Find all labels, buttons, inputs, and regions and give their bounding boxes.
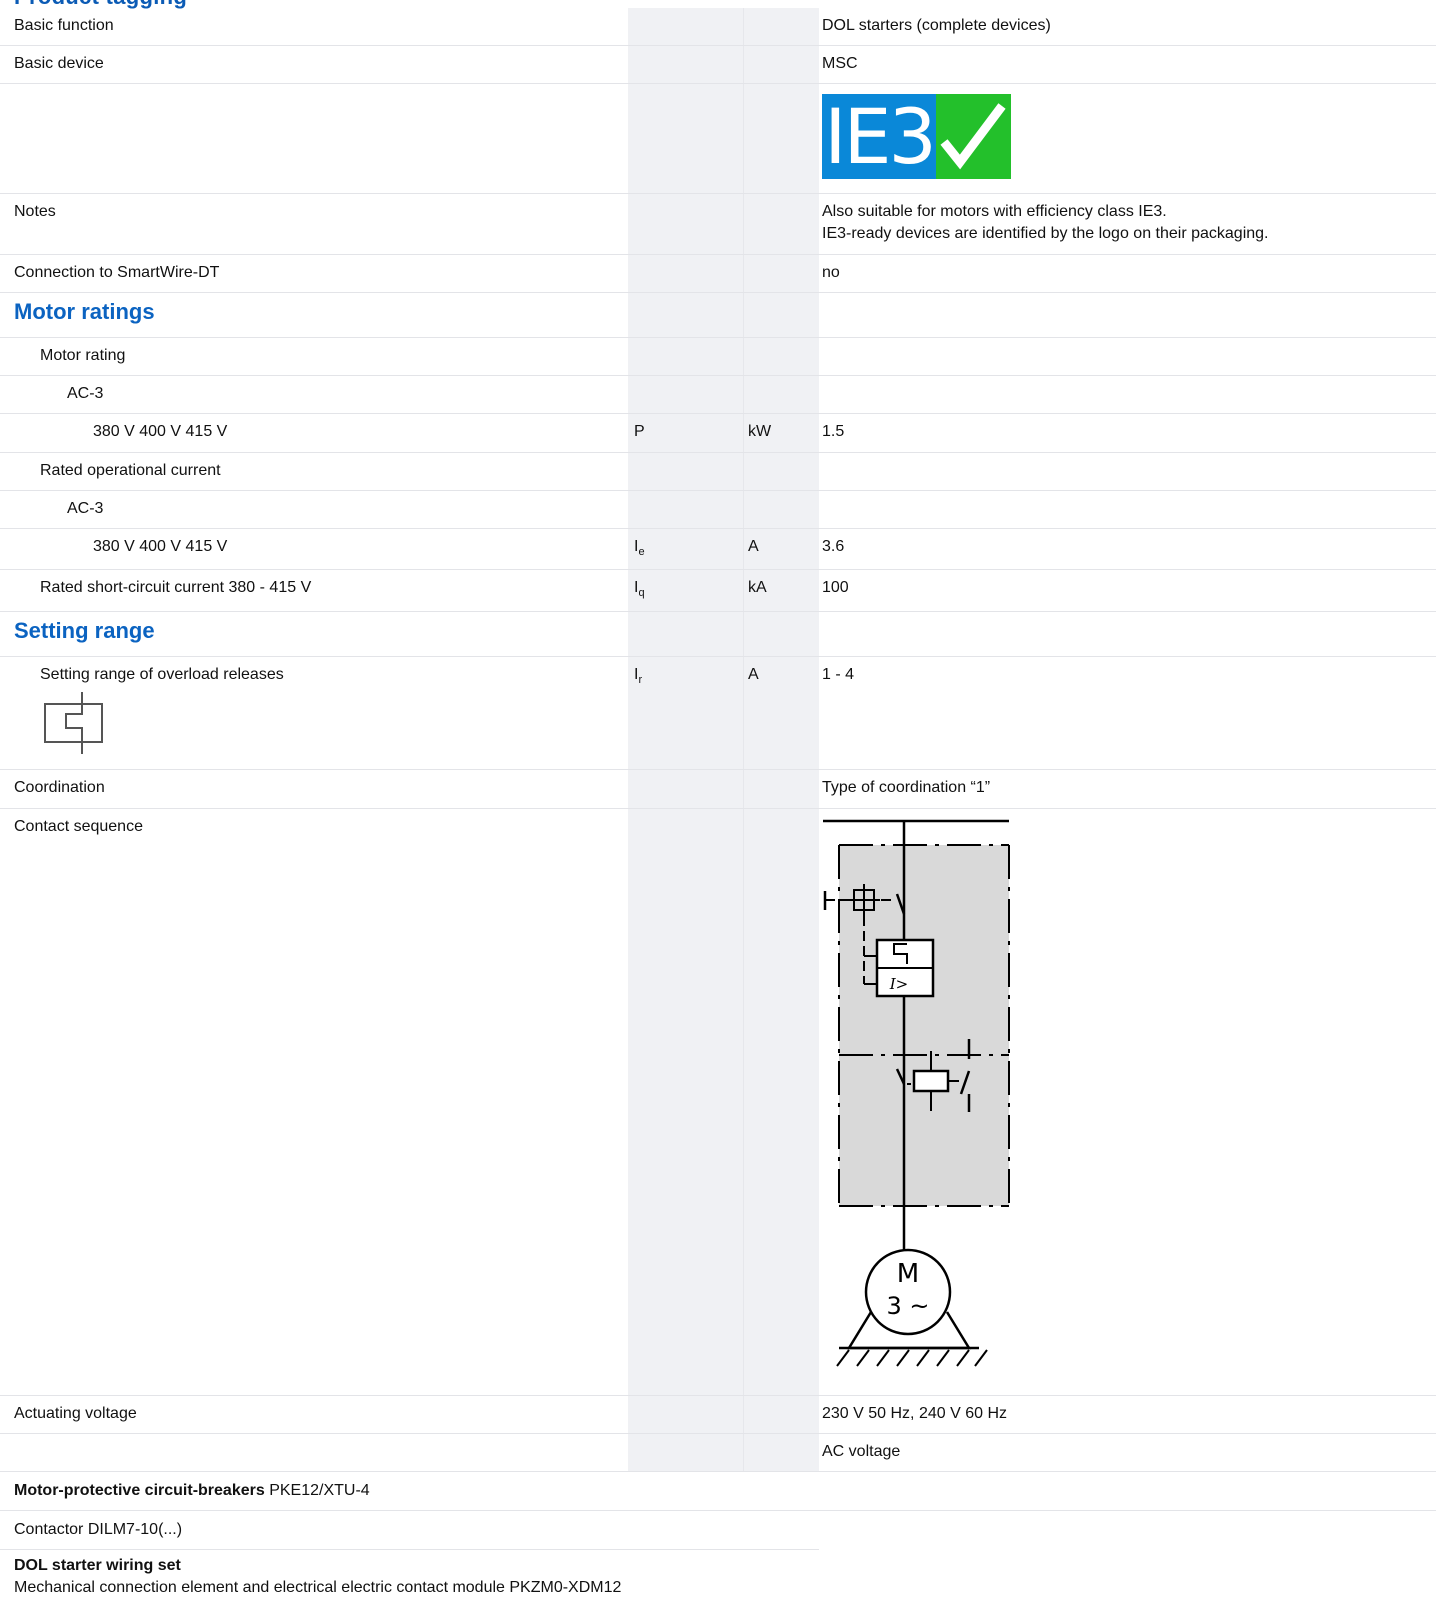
motor-phase-label: 3 ~ <box>886 1292 929 1320</box>
notes-line-2: IE3-ready devices are identified by the … <box>822 225 1269 242</box>
table-row <box>0 84 1436 194</box>
actuating-voltage-value: 230 V 50 Hz, 240 V 60 Hz <box>822 1405 1007 1422</box>
ie3-logo: IE3 <box>822 94 1011 179</box>
wiring-set-heading: DOL starter wiring set <box>14 1557 181 1574</box>
short-circuit-unit: kA <box>748 579 767 596</box>
mpcb-value: PKE12/XTU-4 <box>269 1482 370 1499</box>
voltage-label: 380 V 400 V 415 V <box>93 538 228 555</box>
short-circuit-value: 100 <box>822 579 849 596</box>
table-row: DOL starter wiring set Mechanical connec… <box>0 1550 1436 1600</box>
table-row: AC-3 <box>0 491 1436 529</box>
table-row: Rated short-circuit current 380 - 415 V … <box>0 570 1436 612</box>
current-unit: A <box>748 538 759 555</box>
smartwire-value: no <box>822 264 840 281</box>
smartwire-label: Connection to SmartWire-DT <box>14 264 220 281</box>
overload-symbol: Ir <box>634 666 643 686</box>
ac3-label: AC-3 <box>67 500 104 517</box>
table-row: Coordination Type of coordination “1” <box>0 770 1436 809</box>
table-row: AC-3 <box>0 376 1436 414</box>
table-row: Motor-protective circuit-breakers PKE12/… <box>0 1472 1436 1511</box>
notes-label: Notes <box>14 203 56 220</box>
overload-unit: A <box>748 666 759 683</box>
power-value: 1.5 <box>822 423 845 440</box>
voltage-type-value: AC voltage <box>822 1443 901 1460</box>
table-row: Rated operational current <box>0 453 1436 491</box>
current-label: I> <box>889 975 909 993</box>
short-circuit-label: Rated short-circuit current 380 - 415 V <box>40 579 312 596</box>
contact-sequence-label: Contact sequence <box>14 818 143 835</box>
table-row: Setting range <box>0 612 1436 657</box>
product-datasheet: Product tagging Basic function DOL start… <box>0 0 1436 1600</box>
overload-label: Setting range of overload releases <box>40 666 284 683</box>
rated-current-label: Rated operational current <box>40 462 221 479</box>
basic-function-label: Basic function <box>14 17 114 34</box>
motor-ratings-heading: Motor ratings <box>14 299 155 324</box>
basic-device-label: Basic device <box>14 55 104 72</box>
table-row: 380 V 400 V 415 V P kW 1.5 <box>0 414 1436 453</box>
table-row: Setting range of overload releases Ir A … <box>0 657 1436 770</box>
power-unit: kW <box>748 423 772 440</box>
short-circuit-symbol: Iq <box>634 579 645 599</box>
setting-range-heading: Setting range <box>14 618 155 643</box>
overload-value: 1 - 4 <box>822 666 855 683</box>
motor-m-label: M <box>897 1259 919 1289</box>
actuating-voltage-label: Actuating voltage <box>14 1405 137 1422</box>
table-row: Actuating voltage 230 V 50 Hz, 240 V 60 … <box>0 1396 1436 1434</box>
contactor-line: Contactor DILM7-10(...) <box>14 1521 183 1538</box>
ac3-label: AC-3 <box>67 385 104 402</box>
basic-function-value: DOL starters (complete devices) <box>822 17 1051 34</box>
coordination-label: Coordination <box>14 779 105 796</box>
contact-sequence-diagram: I> M 3 ~ <box>819 814 1029 1384</box>
table-row: 380 V 400 V 415 V Ie A 3.6 <box>0 529 1436 570</box>
wiring-set-value: Mechanical connection element and electr… <box>14 1579 622 1596</box>
voltage-label: 380 V 400 V 415 V <box>93 423 228 440</box>
notes-line-1: Also suitable for motors with efficiency… <box>822 203 1167 220</box>
mpcb-line: Motor-protective circuit-breakers PKE12/… <box>14 1480 370 1502</box>
table-row: Connection to SmartWire-DT no <box>0 255 1436 293</box>
basic-device-value: MSC <box>822 55 858 72</box>
thermal-overload-icon <box>40 690 106 761</box>
table-row: Basic function DOL starters (complete de… <box>0 8 1436 46</box>
table-row: Motor ratings <box>0 293 1436 338</box>
current-symbol: Ie <box>634 538 645 558</box>
table-row: AC voltage <box>0 1434 1436 1472</box>
motor-rating-label: Motor rating <box>40 347 126 364</box>
coordination-value: Type of coordination “1” <box>822 779 991 796</box>
table-row: Motor rating <box>0 338 1436 376</box>
table-row: Contactor DILM7-10(...) <box>0 1511 1436 1549</box>
table-row: Contact sequence <box>0 809 1436 1396</box>
checkmark-icon <box>936 94 1011 179</box>
table-row: Notes Also suitable for motors with effi… <box>0 194 1436 255</box>
current-value: 3.6 <box>822 538 845 555</box>
mpcb-heading: Motor-protective circuit-breakers <box>14 1482 265 1499</box>
power-symbol: P <box>634 423 645 440</box>
ie3-logo-text: IE3 <box>822 94 937 179</box>
table-row: Basic device MSC <box>0 46 1436 84</box>
